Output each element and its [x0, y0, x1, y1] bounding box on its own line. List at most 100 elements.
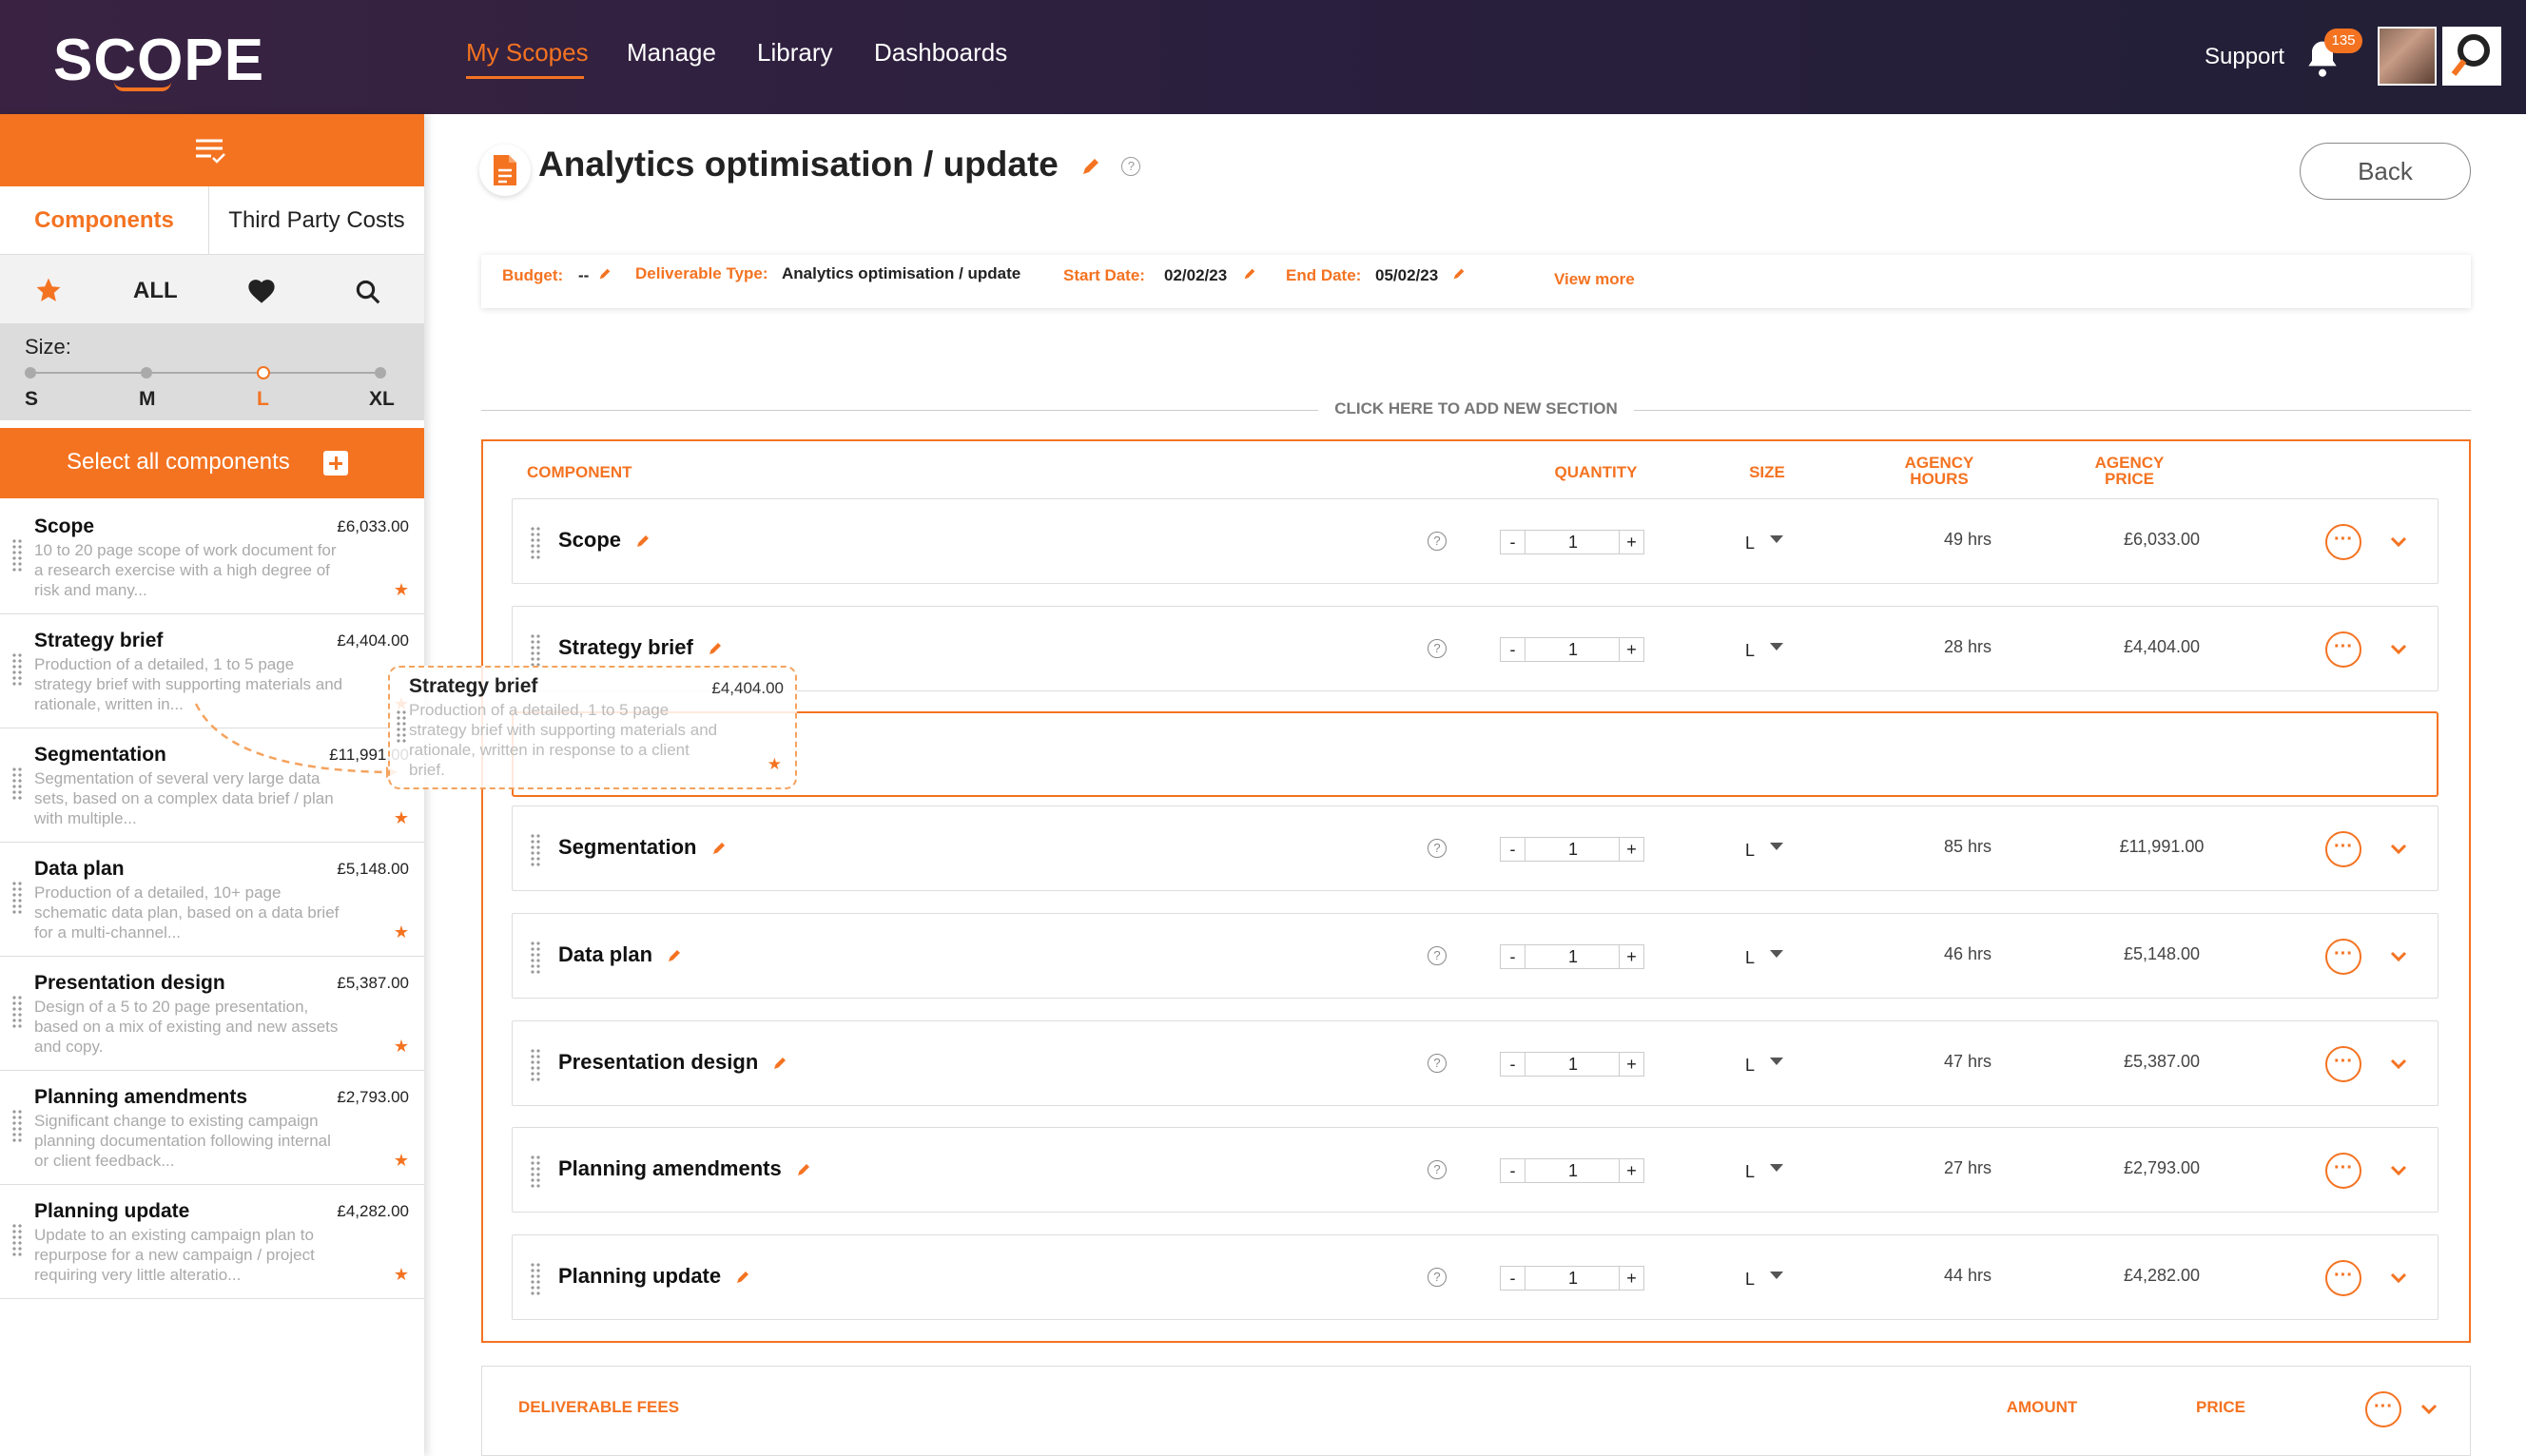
- component-row[interactable]: Strategy brief ? - 1 + L 28 hrs £4,404.0…: [512, 606, 2439, 691]
- drag-handle-icon[interactable]: [530, 833, 541, 867]
- size-s-label[interactable]: S: [25, 388, 38, 411]
- size-stop-xl[interactable]: [375, 367, 386, 379]
- favourite-star-icon[interactable]: ★: [394, 1151, 409, 1171]
- increment-button[interactable]: +: [1619, 838, 1643, 861]
- size-xl-label[interactable]: XL: [369, 388, 395, 411]
- caret-down-icon[interactable]: [1770, 1058, 1783, 1065]
- chevron-down-icon[interactable]: [2388, 839, 2409, 860]
- drag-handle-icon[interactable]: [530, 526, 541, 560]
- quantity-value[interactable]: 1: [1525, 1053, 1621, 1076]
- quantity-value[interactable]: 1: [1525, 945, 1621, 968]
- edit-title-pencil-icon[interactable]: [1079, 155, 1102, 178]
- quantity-stepper[interactable]: - 1 +: [1500, 530, 1644, 554]
- more-options-button[interactable]: ···: [2325, 1046, 2361, 1082]
- dragged-component-ghost[interactable]: Strategy brief £4,404.00 Production of a…: [388, 666, 797, 789]
- nav-library[interactable]: Library: [757, 38, 832, 68]
- size-l-label[interactable]: L: [257, 388, 269, 411]
- component-row[interactable]: Presentation design ? - 1 + L 47 hrs £5,…: [512, 1020, 2439, 1106]
- star-filter-icon[interactable]: [34, 276, 63, 304]
- nav-dashboards[interactable]: Dashboards: [874, 38, 1007, 68]
- chevron-down-icon[interactable]: [2419, 1399, 2439, 1420]
- edit-start-date-pencil-icon[interactable]: [1242, 266, 1257, 281]
- favourite-star-icon[interactable]: ★: [394, 1265, 409, 1285]
- increment-button[interactable]: +: [1619, 531, 1643, 553]
- chevron-down-icon[interactable]: [2388, 1160, 2409, 1181]
- quantity-stepper[interactable]: - 1 +: [1500, 637, 1644, 662]
- component-row[interactable]: Planning update ? - 1 + L 44 hrs £4,282.…: [512, 1234, 2439, 1320]
- help-icon[interactable]: ?: [1428, 532, 1447, 551]
- tab-components[interactable]: Components: [0, 186, 209, 255]
- drag-handle-icon[interactable]: [11, 995, 23, 1029]
- help-icon[interactable]: ?: [1428, 1160, 1447, 1179]
- nav-manage[interactable]: Manage: [627, 38, 716, 68]
- back-button[interactable]: Back: [2300, 143, 2471, 200]
- list-check-icon[interactable]: [194, 135, 226, 165]
- edit-budget-pencil-icon[interactable]: [597, 266, 612, 281]
- help-icon[interactable]: ?: [1428, 1054, 1447, 1073]
- quantity-stepper[interactable]: - 1 +: [1500, 1266, 1644, 1291]
- add-new-section-button[interactable]: CLICK HERE TO ADD NEW SECTION: [481, 399, 2471, 422]
- drag-handle-icon[interactable]: [530, 1262, 541, 1296]
- user-avatar[interactable]: [2378, 27, 2437, 86]
- size-stop-l[interactable]: [257, 366, 270, 379]
- fees-more-options-button[interactable]: ···: [2365, 1391, 2401, 1427]
- support-link[interactable]: Support: [2205, 44, 2284, 70]
- edit-pencil-icon[interactable]: [771, 1055, 788, 1072]
- decrement-button[interactable]: -: [1501, 1267, 1525, 1290]
- drag-handle-icon[interactable]: [11, 767, 23, 801]
- quantity-value[interactable]: 1: [1525, 838, 1621, 861]
- favourite-star-icon[interactable]: ★: [394, 1037, 409, 1057]
- drag-handle-icon[interactable]: [530, 633, 541, 668]
- caret-down-icon[interactable]: [1770, 643, 1783, 650]
- decrement-button[interactable]: -: [1501, 1053, 1525, 1076]
- component-row[interactable]: Data plan ? - 1 + L 46 hrs £5,148.00 ···: [512, 913, 2439, 999]
- drag-handle-icon[interactable]: [396, 709, 407, 744]
- more-options-button[interactable]: ···: [2325, 524, 2361, 560]
- edit-pencil-icon[interactable]: [707, 640, 724, 657]
- size-select[interactable]: L: [1745, 1162, 1755, 1182]
- size-select[interactable]: L: [1745, 534, 1755, 553]
- increment-button[interactable]: +: [1619, 638, 1643, 661]
- component-list-item[interactable]: Planning amendments £2,793.00 Significan…: [0, 1071, 424, 1185]
- quantity-stepper[interactable]: - 1 +: [1500, 1052, 1644, 1077]
- quantity-value[interactable]: 1: [1525, 1159, 1621, 1182]
- help-icon[interactable]: ?: [1428, 839, 1447, 858]
- quantity-value[interactable]: 1: [1525, 531, 1621, 553]
- heart-filter-icon[interactable]: [245, 276, 278, 304]
- size-select[interactable]: L: [1745, 948, 1755, 968]
- help-icon[interactable]: ?: [1428, 946, 1447, 965]
- drag-handle-icon[interactable]: [11, 538, 23, 573]
- decrement-button[interactable]: -: [1501, 1159, 1525, 1182]
- edit-end-date-pencil-icon[interactable]: [1451, 266, 1467, 281]
- favourite-star-icon[interactable]: ★: [768, 755, 782, 774]
- more-options-button[interactable]: ···: [2325, 831, 2361, 867]
- edit-pencil-icon[interactable]: [710, 840, 728, 857]
- edit-pencil-icon[interactable]: [734, 1269, 751, 1286]
- drag-handle-icon[interactable]: [530, 941, 541, 975]
- more-options-button[interactable]: ···: [2325, 1153, 2361, 1189]
- filter-all[interactable]: ALL: [133, 278, 178, 304]
- chevron-down-icon[interactable]: [2388, 639, 2409, 660]
- nav-my-scopes[interactable]: My Scopes: [466, 38, 589, 68]
- help-icon[interactable]: ?: [1428, 639, 1447, 658]
- chevron-down-icon[interactable]: [2388, 1054, 2409, 1075]
- edit-pencil-icon[interactable]: [795, 1161, 812, 1178]
- select-all-components-button[interactable]: Select all components: [0, 428, 424, 498]
- drag-handle-icon[interactable]: [11, 1109, 23, 1143]
- component-list-item[interactable]: Scope £6,033.00 10 to 20 page scope of w…: [0, 500, 424, 614]
- edit-pencil-icon[interactable]: [666, 947, 683, 964]
- size-select[interactable]: L: [1745, 841, 1755, 861]
- quantity-value[interactable]: 1: [1525, 1267, 1621, 1290]
- chevron-down-icon[interactable]: [2388, 1268, 2409, 1289]
- help-icon[interactable]: ?: [1428, 1268, 1447, 1287]
- component-row[interactable]: Segmentation ? - 1 + L 85 hrs £11,991.00…: [512, 806, 2439, 891]
- more-options-button[interactable]: ···: [2325, 631, 2361, 668]
- size-stop-s[interactable]: [25, 367, 36, 379]
- drop-placeholder[interactable]: [512, 711, 2439, 797]
- decrement-button[interactable]: -: [1501, 838, 1525, 861]
- decrement-button[interactable]: -: [1501, 945, 1525, 968]
- quantity-value[interactable]: 1: [1525, 638, 1621, 661]
- tab-third-party-costs[interactable]: Third Party Costs: [209, 186, 424, 255]
- caret-down-icon[interactable]: [1770, 843, 1783, 850]
- caret-down-icon[interactable]: [1770, 535, 1783, 543]
